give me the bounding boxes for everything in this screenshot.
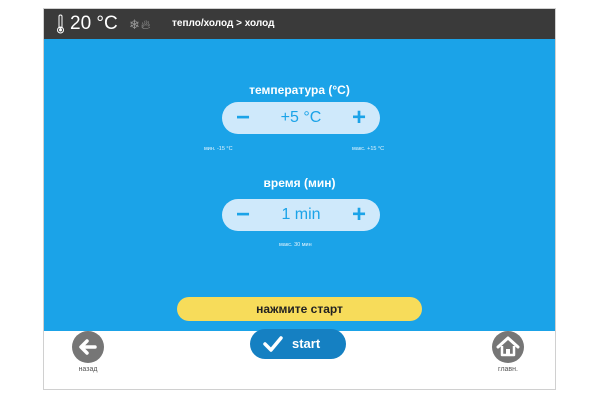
thermometer-icon [57,14,64,34]
time-increase-button[interactable]: + [342,199,376,231]
checkmark-icon [263,336,283,352]
current-temperature: 20 °C [70,13,118,34]
temperature-value: +5 °C [280,109,322,126]
home-button[interactable] [492,331,524,363]
mode-icons: ❄🔥︎ [129,17,150,33]
flame-icon: 🔥︎ [140,17,151,32]
time-decrease-button[interactable]: − [226,199,260,231]
start-button[interactable]: start [250,329,346,359]
snowflake-icon: ❄ [129,17,140,32]
back-button[interactable] [72,331,104,363]
time-value: 1 min [281,206,321,223]
arrow-left-icon [79,339,97,355]
device-screen: 20 °C ❄🔥︎ тепло/холод > холод температур… [43,8,556,390]
temperature-decrease-button[interactable]: − [226,102,260,134]
home-icon [496,336,520,357]
temperature-stepper: − +5 °C + [222,102,380,134]
temperature-min-hint: мин. -15 °C [204,146,233,152]
start-label: start [292,336,321,351]
breadcrumb: тепло/холод > холод [172,18,275,29]
start-prompt-banner: нажмите старт [177,297,422,321]
status-bar: 20 °C ❄🔥︎ тепло/холод > холод [44,9,555,39]
home-label: главн. [498,366,518,373]
time-max-hint: макс. 30 мин [279,242,312,248]
time-label: время (мин) [263,176,336,190]
temperature-increase-button[interactable]: + [342,102,376,134]
back-label: назад [78,366,98,373]
settings-panel: температура (°C) − +5 °C + мин. -15 °C м… [44,39,555,331]
temperature-max-hint: макс. +15 °C [352,146,385,152]
time-stepper: − 1 min + [222,199,380,231]
temperature-label: температура (°C) [249,83,350,97]
